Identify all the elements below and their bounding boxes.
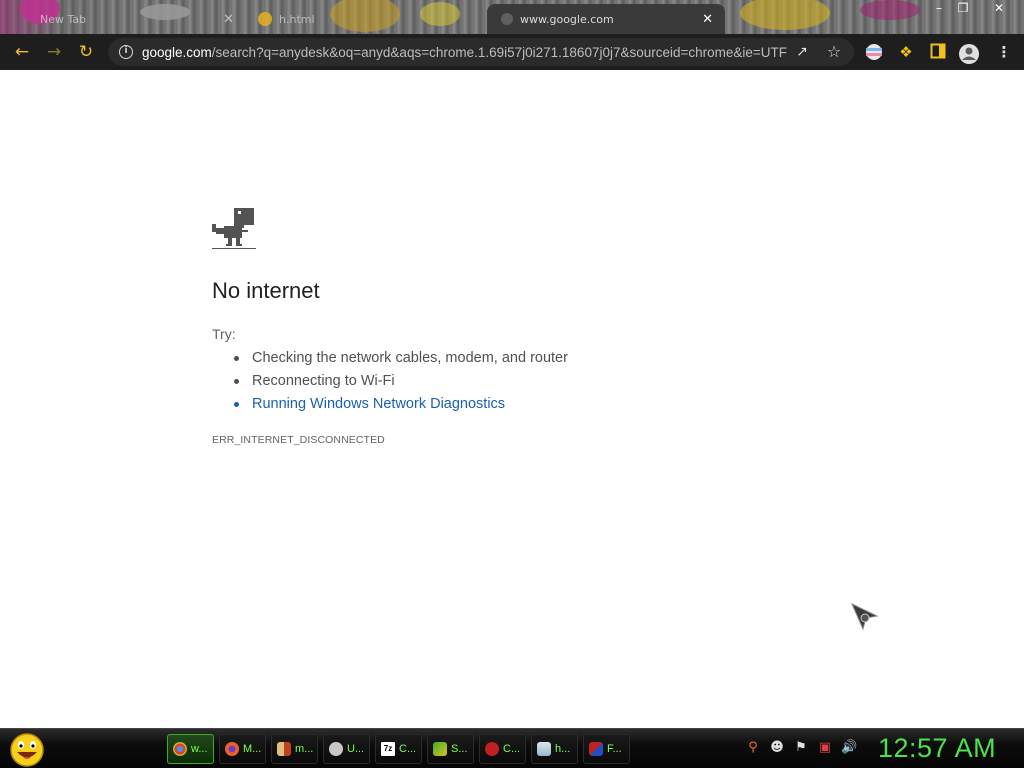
taskbar-item-7zip[interactable]: 7z C... — [375, 734, 422, 764]
close-icon[interactable]: ✕ — [702, 12, 713, 27]
taskbar-item-firefox[interactable]: M... — [219, 734, 266, 764]
address-bar[interactable]: i google.com/search?q=anydesk&oq=anyd&aq… — [108, 38, 854, 66]
wallpaper-splash — [740, 0, 830, 30]
taskbar-item-label: M... — [243, 743, 262, 755]
volume-icon[interactable]: 🔊 — [841, 740, 857, 756]
url-path: /search?q=anydesk&oq=anyd&aqs=chrome.1.6… — [211, 44, 787, 60]
taskbar-item-label: F... — [607, 743, 622, 755]
taskbar-item-label: C... — [503, 743, 521, 755]
folder-icon — [277, 742, 291, 756]
error-code: ERR_INTERNET_DISCONNECTED — [212, 434, 385, 446]
tool-icon — [329, 742, 343, 756]
action-center-flag-icon[interactable]: ⚑ — [793, 740, 809, 756]
book-icon — [433, 742, 447, 756]
taskbar-item-label: m... — [295, 743, 314, 755]
mouse-cursor-icon — [850, 602, 879, 631]
url-host: google.com — [142, 44, 212, 60]
page-title: No internet — [212, 278, 320, 303]
arrow-left-icon: ← — [14, 42, 30, 62]
taskbar-item-label: h... — [555, 743, 571, 755]
taskbar: w... M... m... U... 7z C... S... C... h.… — [0, 728, 1024, 768]
reload-button[interactable]: ↻ — [74, 41, 98, 63]
tab-h-html[interactable]: h.html — [258, 4, 478, 34]
tab-label: h.html — [279, 12, 315, 26]
browser-toolbar: ← → ↻ i google.com/search?q=anydesk&oq=a… — [0, 34, 1024, 70]
filezilla-icon — [589, 742, 603, 756]
emoji-tray-icon[interactable]: ☻ — [769, 740, 785, 756]
forward-button[interactable]: → — [42, 41, 66, 63]
error-page: No internet Try: Checking the network ca… — [0, 70, 1024, 728]
tab-label: New Tab — [40, 12, 87, 26]
taskbar-clock[interactable]: 12:57 AM — [878, 733, 996, 764]
taskbar-item-chrome[interactable]: w... — [167, 734, 214, 764]
file-icon — [258, 12, 272, 26]
taskbar-item-folder[interactable]: m... — [271, 734, 318, 764]
side-panel-icon[interactable] — [928, 43, 948, 63]
minimize-button[interactable]: – — [928, 0, 950, 18]
taskbar-item-red-app[interactable]: C... — [479, 734, 526, 764]
menu-kebab-icon[interactable]: ⋮ — [994, 43, 1014, 63]
suggestion-item: Reconnecting to Wi-Fi — [232, 371, 568, 394]
taskbar-item-tool[interactable]: U... — [323, 734, 370, 764]
tab-new-tab[interactable]: New Tab ✕ — [40, 4, 240, 34]
globe-icon — [501, 13, 513, 25]
7zip-icon: 7z — [381, 742, 395, 756]
taskbar-item-notepad[interactable]: h... — [531, 734, 578, 764]
wallpaper-splash — [860, 0, 920, 20]
close-icon[interactable]: ✕ — [223, 12, 234, 27]
taskbar-item-label: U... — [347, 743, 365, 755]
maximize-button[interactable]: ❐ — [952, 0, 974, 18]
network-disconnected-icon[interactable]: ▣ — [817, 740, 833, 756]
site-info-icon[interactable]: i — [119, 45, 133, 59]
taskbar-item-label: S... — [451, 743, 468, 755]
tab-label: www.google.com — [520, 12, 614, 26]
firefox-icon — [225, 742, 239, 756]
notepad-icon — [537, 742, 551, 756]
taskbar-item-label: C... — [399, 743, 417, 755]
bookmark-star-icon[interactable]: ☆ — [824, 42, 844, 62]
taskbar-item-label: w... — [191, 743, 208, 755]
tab-google[interactable]: www.google.com ✕ — [487, 4, 725, 34]
taskbar-item-filezilla[interactable]: F... — [583, 734, 630, 764]
taskbar-item-book[interactable]: S... — [427, 734, 474, 764]
url-text[interactable]: google.com/search?q=anydesk&oq=anyd&aqs=… — [142, 45, 787, 60]
back-button[interactable]: ← — [10, 41, 34, 63]
share-icon[interactable]: ↗ — [792, 42, 812, 62]
suggestions-list: Checking the network cables, modem, and … — [232, 348, 568, 417]
start-smiley-icon[interactable] — [8, 731, 46, 767]
extension-flag-icon[interactable] — [864, 43, 884, 63]
dino-icon[interactable] — [212, 208, 256, 252]
reload-icon: ↻ — [78, 42, 94, 62]
network-diagnostics-link[interactable]: Running Windows Network Diagnostics — [232, 394, 568, 417]
profile-avatar-icon[interactable] — [958, 43, 979, 64]
chrome-icon — [173, 742, 187, 756]
suggestion-item: Checking the network cables, modem, and … — [232, 348, 568, 371]
close-window-button[interactable]: ✕ — [988, 0, 1010, 18]
red-app-icon — [485, 742, 499, 756]
try-label: Try: — [212, 326, 236, 342]
tab-strip: New Tab ✕ h.html www.google.com ✕ – ❐ ✕ — [0, 0, 1024, 34]
search-icon[interactable]: ⚲ — [745, 740, 761, 756]
extensions-puzzle-icon[interactable]: ❖ — [896, 43, 916, 63]
arrow-right-icon: → — [46, 42, 62, 62]
